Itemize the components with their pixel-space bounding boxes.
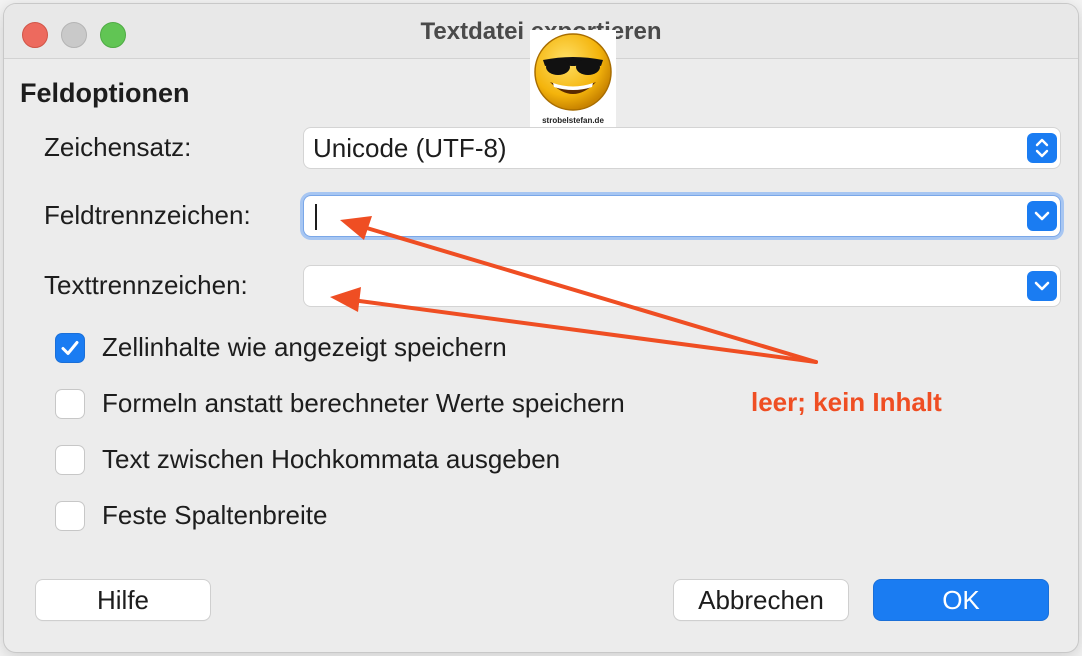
arrow-head-upper xyxy=(340,216,372,240)
arrow-line-lower xyxy=(350,298,818,364)
annotation-arrows xyxy=(330,216,818,364)
arrow-head-lower xyxy=(330,287,361,312)
arrow-line-upper xyxy=(358,224,818,364)
